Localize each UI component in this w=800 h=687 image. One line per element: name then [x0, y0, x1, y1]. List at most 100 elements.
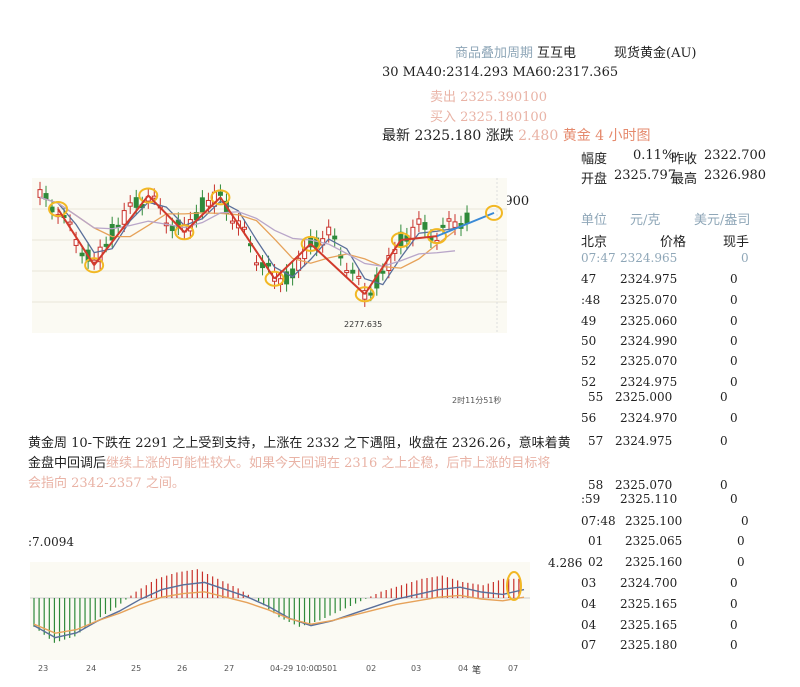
- unit-label: 单位: [581, 213, 608, 228]
- tick-volume: 0: [730, 576, 738, 590]
- col-volume: 现手: [723, 235, 750, 250]
- macd-x-tick: 24: [86, 664, 96, 673]
- tick-price: 2325.065: [625, 534, 683, 548]
- chart-title: 黄金 4 小时图: [562, 128, 651, 144]
- candle-body: [241, 226, 247, 230]
- tick-volume: 0: [741, 514, 749, 528]
- open-value: 2325.797: [614, 168, 677, 183]
- macd-x-tick: 04: [458, 664, 468, 673]
- latest-prefix: 最新 2325.180 涨跌: [382, 128, 514, 144]
- macd-x-tick: 26: [177, 664, 187, 673]
- tick-volume: 0: [730, 314, 738, 328]
- high-value: 2326.980: [704, 168, 767, 183]
- tick-price: 2325.060: [620, 314, 678, 328]
- tick-time: 01: [588, 534, 604, 548]
- tick-volume: 0: [720, 478, 728, 492]
- candle-body: [127, 202, 133, 207]
- tick-price: 2325.070: [615, 478, 673, 492]
- chart-background: [32, 178, 507, 333]
- analysis-line-2-dark: 金盘中回调后: [28, 456, 107, 471]
- tick-volume: 0: [730, 272, 738, 286]
- tick-time: 50: [581, 334, 597, 348]
- instrument-name: 现货黄金(AU): [614, 46, 697, 61]
- tick-time: 58: [588, 478, 604, 492]
- tick-price: 2325.165: [620, 597, 678, 611]
- tick-price: 2325.160: [625, 555, 683, 569]
- tick-price: 2324.700: [620, 576, 678, 590]
- tick-time: 04: [581, 597, 597, 611]
- col-time: 北京: [581, 235, 608, 250]
- tick-volume: 0: [737, 555, 745, 569]
- amplitude-label: 幅度: [581, 152, 608, 167]
- candle-body: [266, 262, 272, 267]
- candle-body: [380, 270, 386, 274]
- high-label: 最高: [671, 172, 698, 187]
- candle-body: [422, 222, 428, 230]
- tick-price: 2325.000: [615, 390, 673, 404]
- candle-body: [199, 197, 205, 213]
- tick-volume: 0: [730, 638, 738, 652]
- latest-line: 最新 2325.180 涨跌 2.480 黄金 4 小时图: [382, 125, 651, 145]
- amplitude-value: 0.11%: [633, 148, 675, 163]
- tick-volume: 0: [720, 434, 728, 448]
- macd-x-tick: 03: [411, 664, 421, 673]
- candle-body: [109, 224, 115, 241]
- tick-time: 07:47: [581, 251, 616, 265]
- unit-value-usd: 美元/盎司: [694, 213, 751, 228]
- candle-body: [410, 226, 416, 240]
- sell-price: 卖出 2325.390100: [430, 90, 547, 105]
- open-label: 开盘: [581, 172, 608, 187]
- tick-volume: 0: [741, 251, 749, 265]
- candle-body: [350, 269, 356, 274]
- tick-volume: 0: [730, 492, 738, 506]
- tick-volume: 0: [720, 390, 728, 404]
- candle-body: [121, 210, 127, 225]
- candle-body: [254, 262, 260, 266]
- candle-body: [416, 218, 422, 225]
- candle-body: [103, 243, 109, 247]
- period-label: 商品叠加周期: [455, 46, 534, 61]
- macd-x-tick: 27: [224, 664, 234, 673]
- tick-price: 2325.180: [620, 638, 678, 652]
- candle-body: [79, 252, 85, 257]
- candle-body: [464, 212, 470, 224]
- macd-x-tick: 07: [508, 664, 518, 673]
- candle-body: [205, 199, 211, 207]
- tick-price: 2325.165: [620, 618, 678, 632]
- candle-body: [440, 224, 446, 228]
- tick-price: 2324.990: [620, 334, 678, 348]
- tick-time: :59: [581, 492, 601, 506]
- tick-price: 2324.975: [615, 434, 673, 448]
- kline-low-label: 2277.635: [344, 320, 382, 329]
- tick-volume: 0: [730, 375, 738, 389]
- ma-values: 30 MA40:2314.293 MA60:2317.365: [382, 65, 619, 80]
- tick-time: 07:48: [581, 514, 616, 528]
- candle-body: [356, 275, 362, 279]
- ticker-short: 互互电: [537, 46, 577, 61]
- tick-time: 52: [581, 354, 597, 368]
- analysis-line-3: 会指向 2342-2357 之间。: [28, 476, 185, 491]
- candle-body: [446, 218, 452, 222]
- tick-time: 47: [581, 272, 597, 286]
- tick-volume: 0: [730, 354, 738, 368]
- candle-body: [133, 197, 139, 208]
- tick-price: 2325.070: [620, 354, 678, 368]
- tick-time: 07: [581, 638, 597, 652]
- candle-body: [368, 292, 374, 296]
- analysis-line-1: 黄金周 10-下跌在 2291 之上受到支持，上涨在 2332 之下遇阻，收盘在…: [28, 436, 571, 451]
- macd-x-tick: 0501: [317, 664, 337, 673]
- candle-body: [326, 226, 332, 236]
- tick-time: :48: [581, 293, 601, 307]
- candle-body: [49, 206, 55, 213]
- bottom-marker: 笔: [472, 664, 481, 674]
- tick-time: 03: [581, 576, 597, 590]
- change-value: 2.480: [518, 128, 559, 144]
- unit-value: 元/克: [630, 213, 661, 228]
- tick-volume: 0: [730, 293, 738, 307]
- tick-price: 2325.070: [620, 293, 678, 307]
- tick-time: 04: [581, 618, 597, 632]
- prev-close-value: 2322.700: [704, 148, 767, 163]
- tick-volume: 0: [737, 534, 745, 548]
- macd-x-tick: 25: [131, 664, 141, 673]
- analysis-line-2-light: 继续上涨的可能性较大。如果今天回调在 2316 之上企稳，后市上涨的目标将: [106, 456, 551, 471]
